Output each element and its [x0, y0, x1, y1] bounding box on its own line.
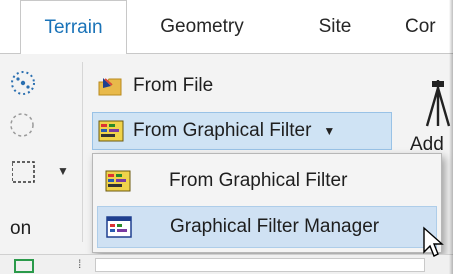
tab-cor[interactable]: Cor — [405, 0, 453, 54]
tab-terrain[interactable]: Terrain — [20, 0, 127, 54]
point-cloud-icon[interactable] — [10, 68, 40, 103]
from-file-button[interactable]: From File — [97, 70, 213, 102]
folder-icon — [97, 74, 125, 98]
graphical-filter-dropdown-menu: From Graphical Filter Graphical Filter M… — [92, 153, 442, 253]
menu-item-from-graphical-filter[interactable]: From Graphical Filter — [97, 160, 437, 202]
menu-item-label: From Graphical Filter — [169, 170, 348, 191]
green-grid-icon — [14, 259, 34, 273]
graphical-filter-icon — [105, 169, 131, 193]
group-label-partial: on — [10, 218, 32, 239]
from-graphical-filter-label: From Graphical Filter — [133, 120, 312, 141]
dashed-circle-icon[interactable] — [10, 110, 40, 145]
selection-box-icon[interactable] — [11, 158, 42, 193]
graphical-filter-icon — [97, 119, 125, 143]
application-window: Terrain Geometry Site Cor ▼ on From File… — [0, 0, 453, 274]
group-separator — [82, 62, 83, 242]
chevron-down-icon[interactable]: ▼ — [57, 164, 69, 178]
menu-item-label: Graphical Filter Manager — [170, 216, 380, 237]
filter-manager-icon — [106, 215, 132, 239]
status-strip: ⁞ — [0, 254, 453, 274]
ribbon-tab-strip: Terrain Geometry Site Cor — [0, 0, 453, 54]
from-graphical-filter-split-button[interactable]: From Graphical Filter ▼ — [92, 112, 392, 150]
tab-site[interactable]: Site — [285, 0, 385, 54]
toolbar-grip-icon: ⁞ — [78, 257, 82, 271]
window-edge-shadow — [449, 0, 453, 274]
dropdown-arrow-icon[interactable]: ▼ — [323, 124, 335, 138]
mouse-pointer-icon — [423, 226, 444, 257]
from-file-label: From File — [133, 75, 214, 96]
menu-item-graphical-filter-manager[interactable]: Graphical Filter Manager — [97, 206, 437, 248]
bottom-input-field[interactable] — [95, 258, 425, 272]
tab-geometry[interactable]: Geometry — [137, 0, 267, 54]
